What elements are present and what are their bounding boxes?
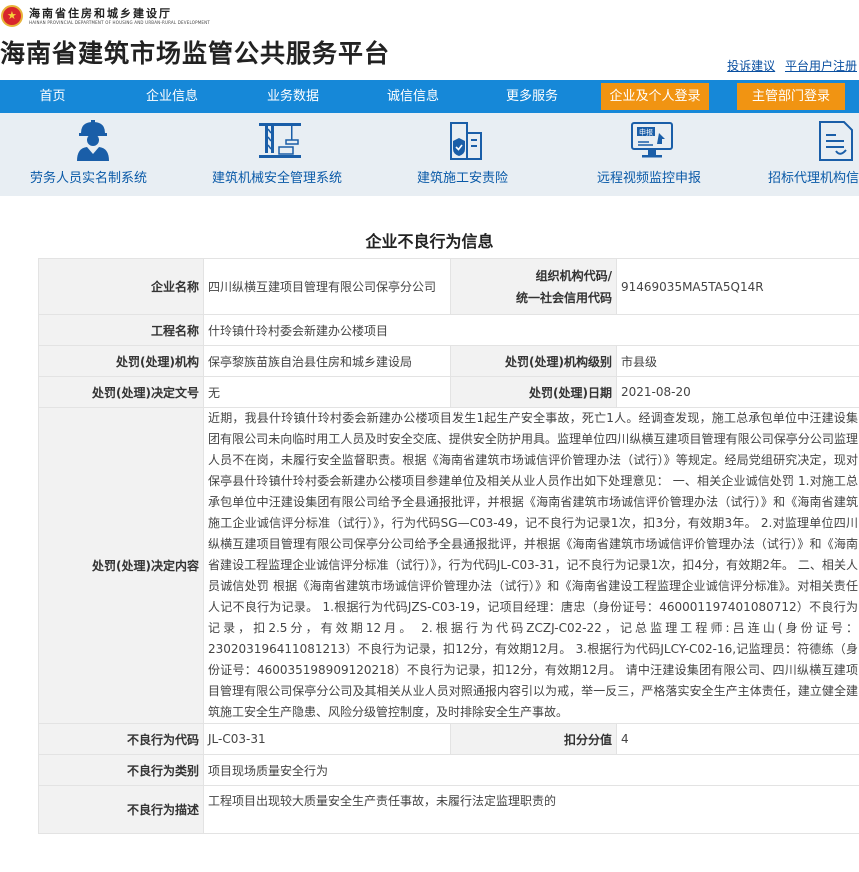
table-row: 处罚(处理)决定内容 近期，我县什玲镇什玲村委会新建办公楼项目发生1起生产安全事… xyxy=(38,407,859,724)
nav-credit-info[interactable]: 诚信信息 xyxy=(363,80,463,113)
system-label: 远程视频监控申报 xyxy=(597,171,702,186)
table-row: 不良行为代码 JL-C03-31 扣分分值 4 xyxy=(38,723,859,755)
systems-strip: 劳务人员实名制系统 建筑机械安全管理系统 建筑施工安责险 申报 远程视频监控申报… xyxy=(0,113,859,196)
bad-behavior-category-value: 项目现场质量安全行为 xyxy=(203,754,859,786)
top-links: 投诉建议 平台用户注册 xyxy=(721,57,857,74)
system-labor-realname[interactable]: 劳务人员实名制系统 xyxy=(30,113,158,196)
table-row: 企业名称 四川纵横互建项目管理有限公司保亭分公司 组织机构代码/ 统一社会信用代… xyxy=(38,258,859,315)
table-row: 不良行为类别 项目现场质量安全行为 xyxy=(38,754,859,786)
decision-number-value: 无 xyxy=(203,376,451,408)
site-title: 海南省建筑市场监管公共服务平台 xyxy=(0,39,391,68)
deduct-points-value: 4 xyxy=(616,723,859,755)
department-name-en: HAINAN PROVINCIAL DEPARTMENT OF HOUSING … xyxy=(29,19,210,25)
main-nav: 首页 企业信息 业务数据 诚信信息 更多服务 企业及个人登录 主管部门登录 xyxy=(0,80,859,113)
authority-login-button[interactable]: 主管部门登录 xyxy=(737,83,845,110)
nav-home[interactable]: 首页 xyxy=(0,80,105,113)
worker-icon xyxy=(77,120,109,161)
system-label: 建筑施工安责险 xyxy=(417,171,509,186)
bad-behavior-code-label: 不良行为代码 xyxy=(38,723,204,755)
org-code-label-line2: 统一社会信用代码 xyxy=(515,290,612,305)
system-machinery-safety[interactable]: 建筑机械安全管理系统 xyxy=(212,113,352,196)
table-row: 处罚(处理)机构 保亭黎族苗族自治县住房和城乡建设局 处罚(处理)机构级别 市县… xyxy=(38,345,859,377)
insurance-building-icon xyxy=(450,122,482,160)
nav-company-info[interactable]: 企业信息 xyxy=(122,80,222,113)
document-icon xyxy=(819,121,853,161)
table-row: 工程名称 什玲镇什玲村委会新建办公楼项目 xyxy=(38,314,859,346)
authority-level-value: 市县级 xyxy=(616,345,859,377)
system-label: 建筑机械安全管理系统 xyxy=(212,171,343,186)
project-name-label: 工程名称 xyxy=(38,314,204,346)
bad-behavior-table: 企业名称 四川纵横互建项目管理有限公司保亭分公司 组织机构代码/ 统一社会信用代… xyxy=(38,258,859,834)
table-row: 不良行为描述 工程项目出现较大质量安全生产责任事故，未履行法定监理职责的 xyxy=(38,785,859,834)
deduct-points-label: 扣分分值 xyxy=(450,723,617,755)
authority-label: 处罚(处理)机构 xyxy=(38,345,204,377)
system-label: 劳务人员实名制系统 xyxy=(30,171,148,186)
page-title: 企业不良行为信息 xyxy=(365,232,494,251)
monitor-declare-icon: 申报 xyxy=(631,122,673,158)
table-row: 处罚(处理)决定文号 无 处罚(处理)日期 2021-08-20 xyxy=(38,376,859,408)
bad-behavior-desc-value: 工程项目出现较大质量安全生产责任事故，未履行法定监理职责的 xyxy=(203,785,859,834)
svg-text:申报: 申报 xyxy=(639,128,653,137)
crane-icon xyxy=(259,123,301,158)
bad-behavior-category-label: 不良行为类别 xyxy=(38,754,204,786)
authority-level-label: 处罚(处理)机构级别 xyxy=(450,345,617,377)
authority-value: 保亭黎族苗族自治县住房和城乡建设局 xyxy=(203,345,451,377)
department-name: 海南省住房和城乡建设厅 HAINAN PROVINCIAL DEPARTMENT… xyxy=(29,8,210,25)
decision-content-value: 近期，我县什玲镇什玲村委会新建办公楼项目发生1起生产安全事故，死亡1人。经调查发… xyxy=(203,407,859,724)
department-name-cn: 海南省住房和城乡建设厅 xyxy=(29,6,172,20)
system-bidding-agency[interactable]: 招标代理机构信 xyxy=(768,113,859,196)
org-code-value: 91469035MA5TA5Q14R xyxy=(616,258,859,315)
nav-more-services[interactable]: 更多服务 xyxy=(482,80,582,113)
company-name-value: 四川纵横互建项目管理有限公司保亭分公司 xyxy=(203,258,451,315)
system-video-monitor[interactable]: 申报 远程视频监控申报 xyxy=(597,113,709,196)
bad-behavior-code-value: JL-C03-31 xyxy=(203,723,451,755)
system-label: 招标代理机构信 xyxy=(768,171,859,186)
register-link[interactable]: 平台用户注册 xyxy=(785,59,857,73)
company-name-label: 企业名称 xyxy=(38,258,204,315)
system-construction-insurance[interactable]: 建筑施工安责险 xyxy=(417,113,517,196)
decision-content-label: 处罚(处理)决定内容 xyxy=(38,407,204,724)
org-code-label: 组织机构代码/ 统一社会信用代码 xyxy=(450,258,617,315)
department-logo[interactable]: 海南省住房和城乡建设厅 HAINAN PROVINCIAL DEPARTMENT… xyxy=(0,2,210,30)
nav-business-data[interactable]: 业务数据 xyxy=(243,80,343,113)
company-personal-login-button[interactable]: 企业及个人登录 xyxy=(601,83,709,110)
bad-behavior-desc-label: 不良行为描述 xyxy=(38,785,204,834)
decision-date-value: 2021-08-20 xyxy=(616,376,859,408)
complaint-link[interactable]: 投诉建议 xyxy=(727,59,775,73)
decision-number-label: 处罚(处理)决定文号 xyxy=(38,376,204,408)
org-code-label-line1: 组织机构代码/ xyxy=(535,268,612,283)
national-emblem-icon xyxy=(1,5,23,27)
project-name-value: 什玲镇什玲村委会新建办公楼项目 xyxy=(203,314,859,346)
decision-date-label: 处罚(处理)日期 xyxy=(450,376,617,408)
